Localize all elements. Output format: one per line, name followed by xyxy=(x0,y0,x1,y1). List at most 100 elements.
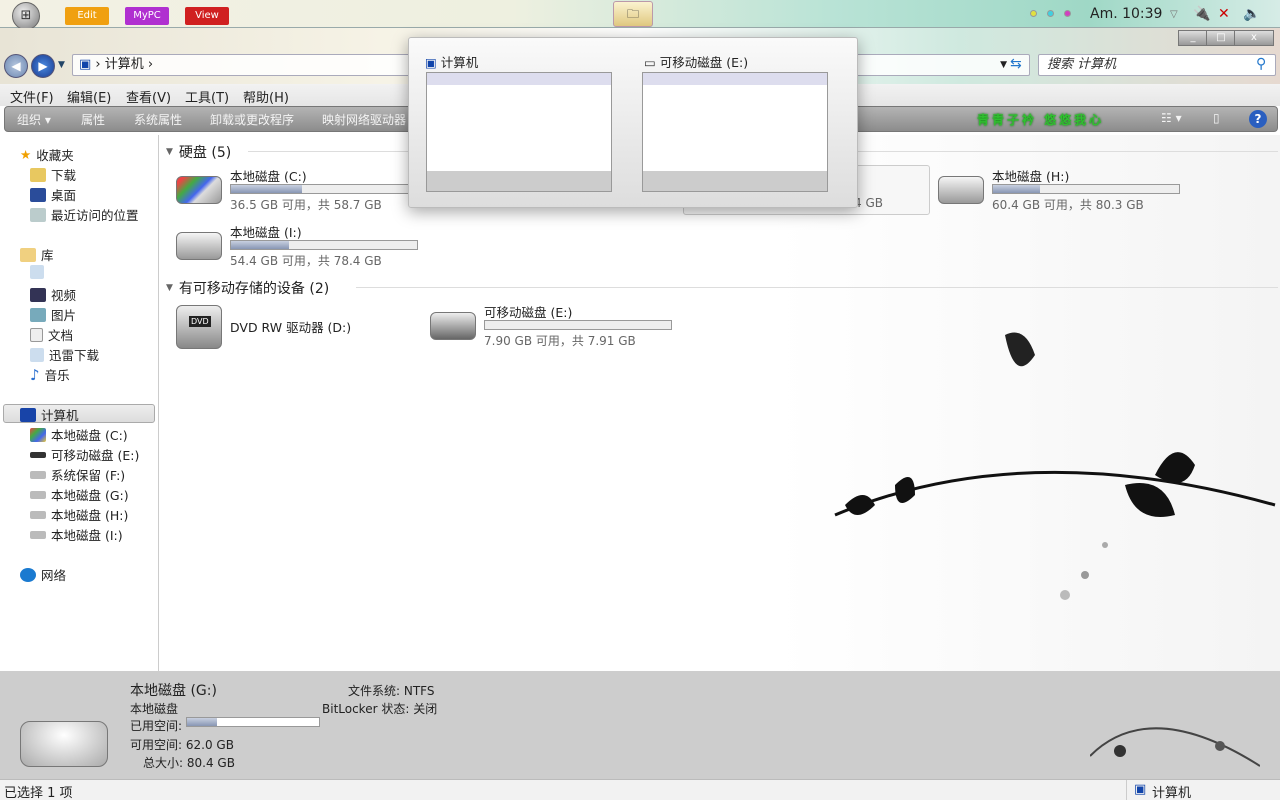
nav-drive-i[interactable]: 本地磁盘 (I:) xyxy=(30,525,123,544)
navigation-pane: ★ 收藏夹 下载 桌面 最近访问的位置 库 视频 图片 文档 迅雷下载 ♪ 音乐 计… xyxy=(0,135,159,671)
nav-label: 网络 xyxy=(41,568,67,583)
nav-computer[interactable]: 计算机 xyxy=(20,405,79,424)
removable-drive-icon xyxy=(30,451,46,458)
search-input[interactable]: 搜索 计算机 xyxy=(1038,54,1276,76)
nav-documents[interactable]: 文档 xyxy=(30,325,73,344)
drive-tile-d[interactable]: DVD DVD RW 驱动器 (D:) xyxy=(176,305,426,365)
tray-chevron-icon[interactable]: ▽ xyxy=(1170,9,1178,20)
butterfly-flower-wallpaper xyxy=(834,332,1276,600)
nav-downloads[interactable]: 下载 xyxy=(30,165,76,184)
nav-favorites[interactable]: ★ 收藏夹 xyxy=(20,145,74,164)
thumbnail-details xyxy=(427,171,611,191)
nav-libraries[interactable]: 库 xyxy=(20,245,54,264)
details-usage-fill xyxy=(187,718,218,726)
drive-usage-fill xyxy=(993,185,1040,193)
indicator-dot xyxy=(1047,10,1054,17)
dvd-label-icon: DVD xyxy=(189,316,211,327)
nav-pictures[interactable]: 图片 xyxy=(30,305,76,324)
collapse-icon: ▼ xyxy=(166,283,173,293)
divider xyxy=(356,287,1278,288)
nav-library-item[interactable] xyxy=(30,265,49,279)
uninstall-program-button[interactable]: 卸载或更改程序 xyxy=(210,111,294,128)
nav-recent-places[interactable]: 最近访问的位置 xyxy=(30,205,139,224)
group-header-removable[interactable]: ▼ 有可移动存储的设备 (2) xyxy=(166,278,329,298)
menu-tools[interactable]: 工具(T) xyxy=(185,87,229,106)
view-tag[interactable]: View xyxy=(185,7,229,25)
minimize-button[interactable]: _ xyxy=(1178,30,1208,46)
start-button[interactable]: ⊞ xyxy=(12,2,40,30)
close-button[interactable]: x xyxy=(1234,30,1274,46)
refresh-icon[interactable]: ⇆ xyxy=(1010,56,1022,72)
nav-label: 最近访问的位置 xyxy=(51,208,139,223)
explorer-taskbar-button[interactable]: 🗀 xyxy=(613,1,653,27)
menu-view[interactable]: 查看(V) xyxy=(126,87,171,106)
preview-window-removable[interactable]: ▭ 可移动磁盘 (E:) xyxy=(644,52,748,71)
nav-network[interactable]: 网络 xyxy=(20,565,66,584)
breadcrumb-computer[interactable]: 计算机 xyxy=(105,57,144,72)
drive-name: 本地磁盘 (I:) xyxy=(230,225,302,240)
maximize-button[interactable]: □ xyxy=(1206,30,1236,46)
group-header-hard-disks[interactable]: ▼ 硬盘 (5) xyxy=(166,142,231,162)
network-disconnected-icon[interactable]: ✕ xyxy=(1218,6,1230,22)
network-icon xyxy=(20,567,36,582)
nav-xunlei-downloads[interactable]: 迅雷下载 xyxy=(30,345,99,364)
details-usage-bar xyxy=(186,717,320,727)
drive-info: 7.90 GB 可用，共 7.91 GB xyxy=(484,334,636,348)
preview-title: 可移动磁盘 (E:) xyxy=(659,55,749,70)
details-bitlocker-value: 关闭 xyxy=(413,702,438,716)
search-icon[interactable]: ⚲ xyxy=(1256,56,1266,72)
nav-label: 收藏夹 xyxy=(36,148,74,163)
nav-videos[interactable]: 视频 xyxy=(30,285,76,304)
drive-info: 4 GB xyxy=(854,196,883,210)
nav-label: 文档 xyxy=(48,328,74,343)
clock[interactable]: Am. 10:39 xyxy=(1090,6,1162,22)
nav-drive-c[interactable]: 本地磁盘 (C:) xyxy=(30,425,128,444)
power-icon[interactable]: 🔌 xyxy=(1193,6,1210,22)
recent-places-icon xyxy=(30,207,46,222)
computer-icon: ▣ xyxy=(1134,782,1147,797)
drive-tile-i[interactable]: 本地磁盘 (I:) 54.4 GB 可用，共 78.4 GB xyxy=(176,222,426,272)
drive-usage-bar xyxy=(230,240,418,250)
dvd-drive-icon: DVD xyxy=(176,305,222,349)
menu-help[interactable]: 帮助(H) xyxy=(243,87,289,106)
view-options-icon[interactable]: ☷ ▾ xyxy=(1161,111,1182,125)
preview-thumbnail-computer[interactable] xyxy=(426,72,612,192)
preview-window-computer[interactable]: ▣ 计算机 xyxy=(425,52,478,71)
drive-tile-h[interactable]: 本地磁盘 (H:) 60.4 GB 可用，共 80.3 GB xyxy=(938,166,1188,216)
details-drive-type: 本地磁盘 xyxy=(130,702,179,716)
preview-thumbnail-removable[interactable] xyxy=(642,72,828,192)
drive-usage-bar xyxy=(230,184,418,194)
nav-drive-g[interactable]: 本地磁盘 (G:) xyxy=(30,485,129,504)
drive-info: 54.4 GB 可用，共 78.4 GB xyxy=(230,254,382,268)
drive-tile-e[interactable]: 可移动磁盘 (E:) 7.90 GB 可用，共 7.91 GB xyxy=(430,302,680,352)
computer-icon xyxy=(20,407,36,422)
details-free-label: 可用空间: xyxy=(130,738,183,752)
drive-tile-c[interactable]: 本地磁盘 (C:) 36.5 GB 可用，共 58.7 GB xyxy=(176,166,426,216)
menu-file[interactable]: 文件(F) xyxy=(10,87,54,106)
recent-pages-chevron-icon[interactable]: ▼ xyxy=(58,60,65,70)
drive-info: 36.5 GB 可用，共 58.7 GB xyxy=(230,198,382,212)
forward-button[interactable]: ▶ xyxy=(31,54,55,78)
nav-music[interactable]: ♪ 音乐 xyxy=(30,365,70,384)
back-button[interactable]: ◀ xyxy=(4,54,28,78)
nav-desktop[interactable]: 桌面 xyxy=(30,185,76,204)
mypc-tag[interactable]: MyPC xyxy=(125,7,169,25)
nav-drive-f[interactable]: 系统保留 (F:) xyxy=(30,465,125,484)
properties-button[interactable]: 属性 xyxy=(81,111,105,128)
edit-tag[interactable]: Edit xyxy=(65,7,109,25)
map-network-drive-button[interactable]: 映射网络驱动器 xyxy=(322,111,406,128)
address-dropdown-icon[interactable]: ▼ xyxy=(1000,55,1007,75)
details-drive-name: 本地磁盘 (G:) xyxy=(130,683,217,699)
menu-edit[interactable]: 编辑(E) xyxy=(67,87,111,106)
nav-drive-h[interactable]: 本地磁盘 (H:) xyxy=(30,505,128,524)
help-icon[interactable]: ? xyxy=(1249,110,1267,128)
system-properties-button[interactable]: 系统属性 xyxy=(134,111,182,128)
drive-info: 60.4 GB 可用，共 80.3 GB xyxy=(992,198,1144,212)
status-bar: 已选择 1 项 ▣ 计算机 xyxy=(0,779,1280,801)
nav-drive-e[interactable]: 可移动磁盘 (E:) xyxy=(30,445,139,464)
organize-button[interactable]: 组织 ▾ xyxy=(17,111,51,128)
preview-pane-icon[interactable]: ▯ xyxy=(1213,111,1220,125)
nav-label: 本地磁盘 (H:) xyxy=(51,508,129,523)
volume-icon[interactable]: 🔈 xyxy=(1243,6,1260,22)
nav-label: 下载 xyxy=(51,168,77,183)
